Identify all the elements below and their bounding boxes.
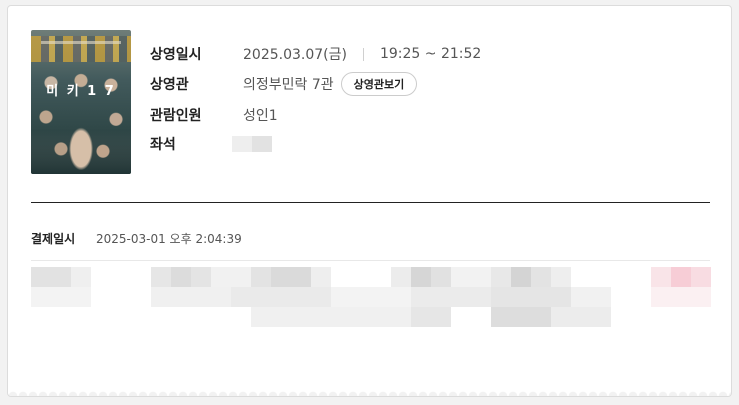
poster-crowd-art bbox=[31, 60, 131, 174]
seat-label: 좌석 bbox=[150, 137, 176, 153]
seat-row: 좌석 bbox=[150, 134, 243, 154]
poster-title: 미 키 1 7 bbox=[46, 84, 116, 99]
audience-row: 관람인원 성인1 bbox=[150, 105, 278, 125]
ticket-edge bbox=[8, 390, 731, 396]
audience-value: 성인1 bbox=[243, 108, 278, 124]
screening-date-value: 2025.03.07(금) bbox=[243, 47, 347, 63]
payment-datetime-value: 2025-03-01 오후 2:04:39 bbox=[96, 232, 242, 246]
poster-tagline-bar bbox=[41, 41, 121, 44]
screening-datetime-row: 상영일시 2025.03.07(금) 19:25 ~ 21:52 bbox=[150, 44, 481, 64]
audience-label: 관람인원 bbox=[150, 108, 202, 124]
screening-datetime-label: 상영일시 bbox=[150, 47, 202, 63]
screening-hall-label: 상영관 bbox=[150, 77, 189, 93]
movie-poster: 미 키 1 7 bbox=[31, 30, 131, 174]
view-hall-button[interactable]: 상영관보기 bbox=[340, 72, 418, 96]
screening-time-value: 19:25 ~ 21:52 bbox=[379, 46, 482, 62]
booking-receipt-card: 미 키 1 7 상영일시 2025.03.07(금) 19:25 ~ 21:52… bbox=[7, 5, 732, 397]
seat-value-redacted bbox=[232, 136, 272, 152]
datetime-separator bbox=[362, 47, 364, 61]
payment-divider bbox=[31, 260, 710, 261]
payment-datetime-label: 결제일시 bbox=[31, 232, 76, 246]
screening-hall-value: 의정부민락 7관 bbox=[243, 77, 334, 93]
screening-hall-row: 상영관 의정부민락 7관 상영관보기 bbox=[150, 72, 418, 96]
section-divider bbox=[31, 202, 710, 203]
poster-header-strip bbox=[31, 36, 131, 62]
